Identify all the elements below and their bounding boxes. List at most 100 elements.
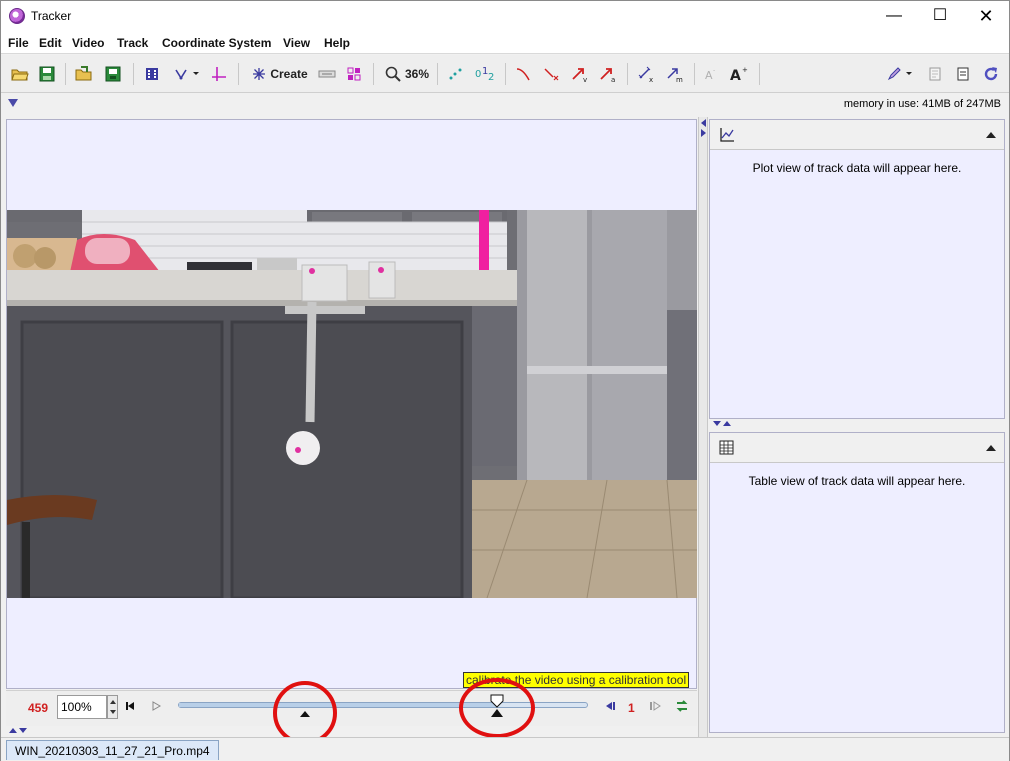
tab-strip: WIN_20210303_11_27_21_Pro.mp4 — [1, 737, 1009, 761]
open-folder-button[interactable] — [11, 64, 29, 84]
rate-spinner[interactable] — [107, 695, 118, 719]
draw-button[interactable] — [885, 64, 915, 84]
open-file-icon — [75, 66, 92, 81]
pencil-icon — [887, 67, 912, 81]
properties-button[interactable] — [954, 64, 972, 84]
table-collapse-icon[interactable] — [986, 445, 996, 451]
loop-icon[interactable] — [675, 699, 689, 713]
mass-button[interactable]: m — [664, 64, 686, 84]
velocity-button[interactable]: v — [570, 64, 590, 84]
tab-video-file[interactable]: WIN_20210303_11_27_21_Pro.mp4 — [6, 740, 219, 760]
create-track-icon — [253, 68, 266, 80]
trails-icon — [449, 68, 462, 80]
properties-icon — [957, 67, 969, 81]
play-icon[interactable] — [151, 701, 161, 711]
menu-help[interactable]: Help — [324, 36, 350, 50]
menu-bar: File Edit Video Track Coordinate System … — [1, 32, 1009, 54]
frame-number[interactable]: 459 — [28, 701, 48, 715]
save-tab-button[interactable] — [104, 64, 122, 84]
plot-icon — [720, 128, 734, 142]
calibration-tool-button[interactable] — [171, 64, 201, 84]
svg-text:a: a — [611, 76, 615, 82]
memory-status: memory in use: 41MB of 247MB — [843, 98, 1001, 110]
plot-panel[interactable]: Plot view of track data will appear here… — [709, 119, 1005, 419]
position-button[interactable] — [542, 64, 562, 84]
rate-field[interactable]: 100% — [57, 695, 107, 719]
video-panel[interactable] — [6, 119, 697, 689]
tracker-window: Tracker — ☐ ✕ File Edit Video Track Coor… — [0, 0, 1010, 761]
table-panel[interactable]: Table view of track data will appear her… — [709, 432, 1005, 733]
step-forward-icon[interactable] — [649, 701, 661, 711]
open-file-button[interactable] — [75, 64, 93, 84]
toolbar-separator — [238, 63, 239, 85]
collapse-right-icon[interactable] — [701, 129, 706, 137]
save-tab-icon — [105, 66, 121, 82]
font-larger-icon: A + — [730, 66, 748, 82]
tape-button[interactable]: x — [636, 64, 658, 84]
svg-text:+: + — [742, 66, 748, 74]
video-filter-button[interactable] — [317, 64, 337, 84]
zoom-level: 36% — [404, 67, 430, 81]
create-track-button[interactable]: Create — [249, 64, 311, 84]
close-button[interactable]: ✕ — [963, 1, 1009, 32]
plot-placeholder: Plot view of track data will appear here… — [752, 161, 962, 175]
svg-text:A: A — [705, 69, 713, 82]
menu-video[interactable]: Video — [72, 36, 104, 50]
window-title: Tracker — [31, 9, 72, 23]
toolbar-separator — [65, 63, 66, 85]
split-down-icon[interactable] — [713, 421, 721, 426]
video-frame[interactable] — [7, 210, 697, 598]
step-size[interactable]: 1 — [628, 701, 635, 715]
clip-settings-icon — [146, 68, 158, 80]
velocity-icon: v — [572, 68, 587, 82]
svg-text:m: m — [676, 76, 683, 82]
axes-icon — [212, 67, 226, 81]
menu-coordinate-system[interactable]: Coordinate System — [162, 36, 271, 50]
minimize-button[interactable]: — — [871, 1, 917, 32]
rate-down-icon[interactable] — [110, 710, 116, 714]
refresh-button[interactable] — [981, 64, 1001, 84]
font-smaller-icon: A- — [705, 67, 715, 82]
expand-toolbar-icon[interactable] — [8, 99, 18, 107]
refresh-icon — [984, 67, 998, 81]
toolbar-separator — [759, 63, 760, 85]
svg-text:0: 0 — [475, 69, 481, 80]
panel-splitter[interactable] — [698, 117, 708, 737]
toolbar-separator — [627, 63, 628, 85]
go-to-start-icon[interactable] — [125, 701, 135, 711]
path-icon — [516, 68, 530, 81]
slider-fill — [179, 703, 498, 707]
collapse-left-icon[interactable] — [701, 119, 706, 127]
table-icon — [719, 440, 734, 455]
rate-up-icon[interactable] — [110, 700, 116, 704]
font-smaller-button[interactable]: A- — [703, 64, 719, 84]
annotation-circle-left — [273, 681, 337, 745]
trails-button[interactable] — [447, 64, 465, 84]
acceleration-icon: a — [600, 68, 615, 82]
menu-file[interactable]: File — [8, 36, 29, 50]
axes-button[interactable] — [210, 64, 228, 84]
font-larger-button[interactable]: A + — [729, 64, 749, 84]
save-button[interactable] — [38, 64, 56, 84]
notes-button[interactable] — [926, 64, 944, 84]
path-button[interactable] — [514, 64, 532, 84]
split-up-icon[interactable] — [723, 421, 731, 426]
tracks-button[interactable] — [345, 64, 363, 84]
plot-collapse-icon[interactable] — [986, 132, 996, 138]
maximize-button[interactable]: ☐ — [917, 1, 963, 32]
acceleration-button[interactable]: a — [598, 64, 618, 84]
video-filter-icon — [318, 70, 336, 78]
menu-edit[interactable]: Edit — [39, 36, 62, 50]
toolbar-separator — [437, 63, 438, 85]
toolbar: Create 36% 012 v a x m A - A + — [1, 55, 1009, 93]
labels-button[interactable]: 012 — [473, 64, 497, 84]
menu-track[interactable]: Track — [117, 36, 148, 50]
menu-view[interactable]: View — [283, 36, 310, 50]
svg-text:2: 2 — [488, 72, 494, 82]
toolbar-separator — [133, 63, 134, 85]
step-back-icon[interactable] — [605, 701, 617, 711]
split-down-icon[interactable] — [19, 728, 27, 733]
clip-settings-button[interactable] — [143, 64, 161, 84]
split-up-icon[interactable] — [9, 728, 17, 733]
zoom-button[interactable]: 36% — [383, 64, 431, 84]
